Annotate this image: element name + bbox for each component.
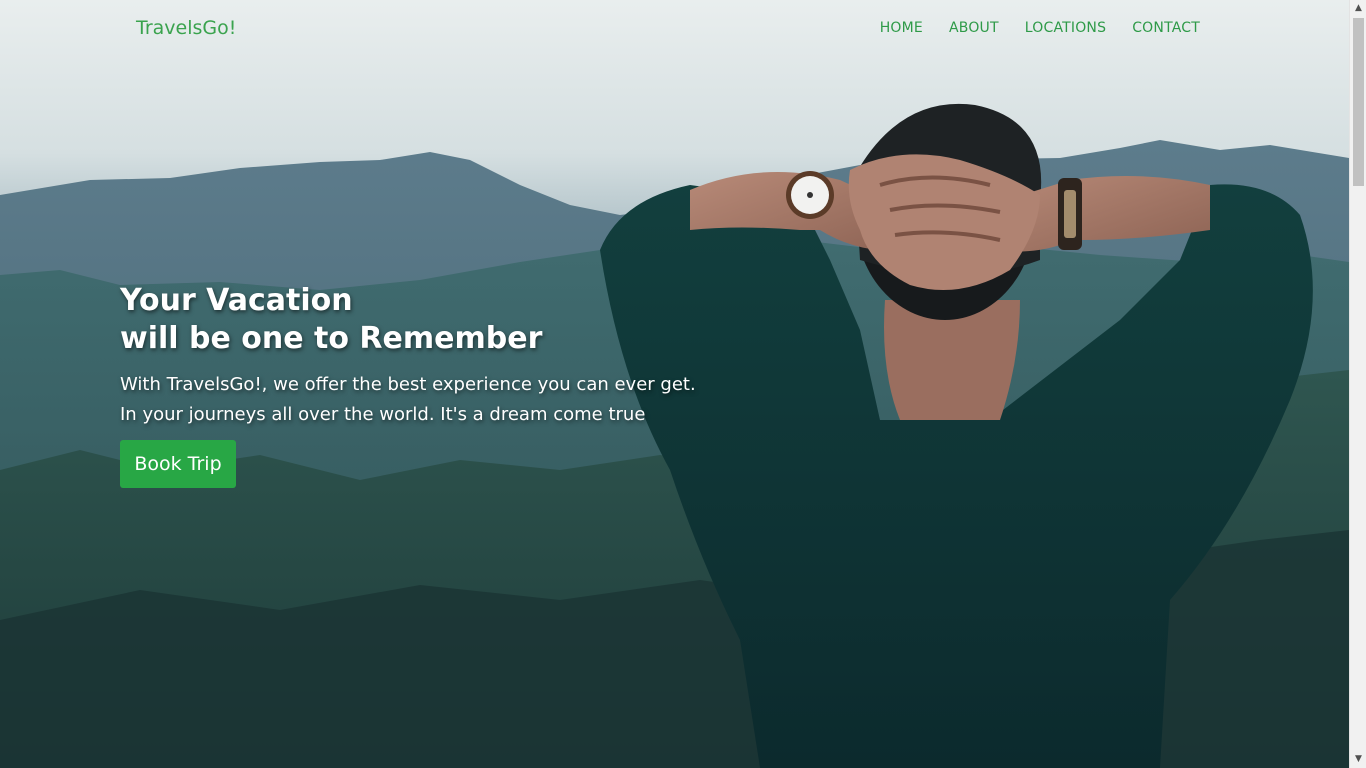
nav-link-about[interactable]: ABOUT (949, 20, 999, 36)
hero-text-block: Your Vacation will be one to Remember Wi… (120, 282, 696, 430)
scrollbar-thumb[interactable] (1353, 18, 1364, 186)
triangle-down-icon[interactable]: ▼ (1350, 751, 1366, 768)
vertical-scrollbar[interactable]: ▲ ▼ (1349, 0, 1366, 768)
triangle-up-icon[interactable]: ▲ (1350, 0, 1366, 17)
hero-title-line-1: Your Vacation (120, 283, 353, 318)
hero-title: Your Vacation will be one to Remember (120, 282, 696, 358)
navbar: TravelsGo! HOME ABOUT LOCATIONS CONTACT (0, 0, 1349, 58)
hero-title-line-2: will be one to Remember (120, 321, 543, 356)
nav-links: HOME ABOUT LOCATIONS CONTACT (880, 20, 1200, 36)
hero-description: With TravelsGo!, we offer the best exper… (120, 370, 696, 430)
nav-link-home[interactable]: HOME (880, 20, 923, 36)
hero-description-line-2: In your journeys all over the world. It'… (120, 404, 646, 425)
nav-link-contact[interactable]: CONTACT (1132, 20, 1200, 36)
book-trip-button[interactable]: Book Trip (120, 440, 236, 488)
hero-description-line-1: With TravelsGo!, we offer the best exper… (120, 374, 696, 395)
brand-logo-link[interactable]: TravelsGo! (136, 17, 236, 39)
page-viewport: TravelsGo! HOME ABOUT LOCATIONS CONTACT … (0, 0, 1349, 768)
nav-link-locations[interactable]: LOCATIONS (1025, 20, 1106, 36)
